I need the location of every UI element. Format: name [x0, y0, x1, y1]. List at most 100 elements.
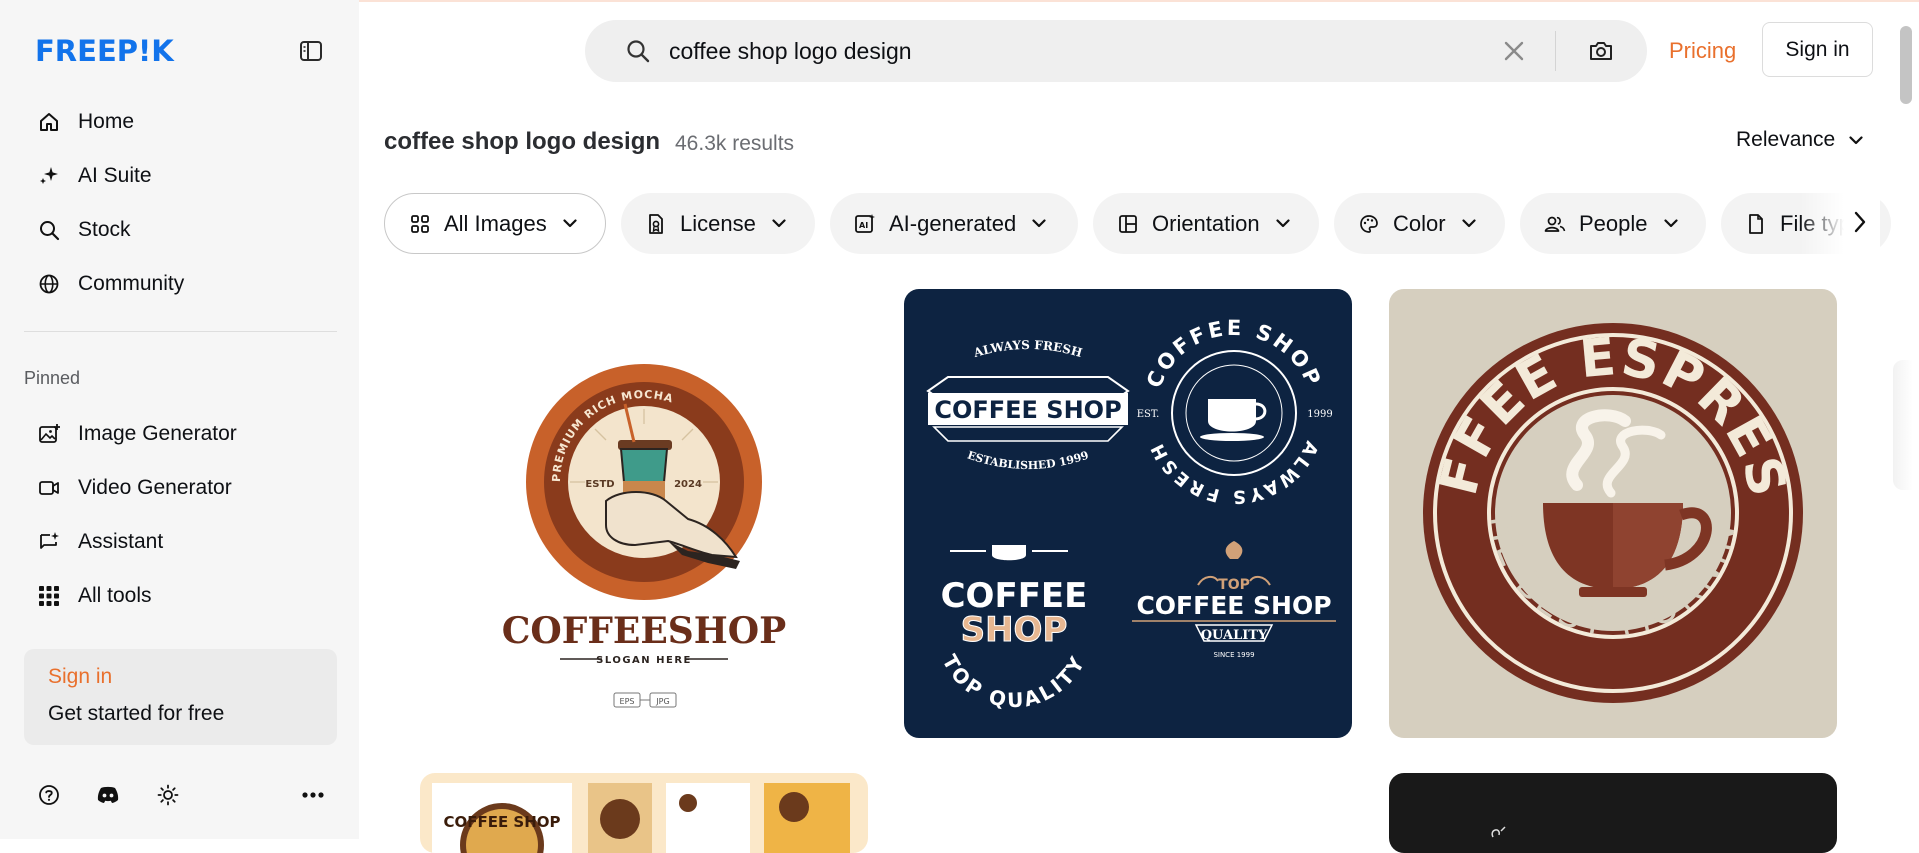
badge2-right: 1999: [1307, 409, 1332, 420]
chevron-down-icon: [1663, 219, 1678, 228]
search-bar: [585, 20, 1647, 82]
filter-label: All Images: [444, 210, 547, 236]
signin-subtitle: Get started for free: [48, 702, 225, 725]
chevron-right-icon[interactable]: [1853, 210, 1867, 234]
chevron-down-icon: [772, 219, 786, 228]
badge4-title: COFFEE SHOP: [1136, 591, 1331, 620]
est-right: 2024: [674, 479, 702, 490]
search-icon[interactable]: [625, 38, 651, 64]
freepik-logo[interactable]: FREEP!K: [35, 35, 201, 65]
sidebar-item-label: Community: [78, 272, 185, 295]
badge1-title: COFFEE SHOP: [934, 396, 1121, 424]
help-icon[interactable]: [36, 782, 62, 808]
svg-text:AI: AI: [859, 221, 868, 230]
svg-text:ESTABLISHED 1999: ESTABLISHED 1999: [966, 449, 1091, 473]
layout-icon: [1117, 213, 1139, 235]
svg-text:COFFEE SHOP: COFFEE SHOP: [1142, 316, 1326, 392]
ai-icon: AI: [854, 213, 876, 235]
filter-label: Color: [1393, 210, 1446, 236]
format-eps: EPS: [620, 697, 635, 706]
sidebar: FREEP!K Home AI Suite Stock Community Pi…: [0, 0, 359, 839]
filter-color[interactable]: Color: [1334, 193, 1505, 254]
pinned-heading: Pinned: [24, 368, 81, 388]
image-plus-icon: [36, 421, 62, 447]
sidebar-item-image-generator[interactable]: Image Generator: [24, 411, 337, 457]
filter-label: License: [680, 210, 756, 236]
sun-icon[interactable]: [155, 782, 181, 808]
search-separator: [1555, 31, 1556, 71]
chevron-down-icon: [1276, 219, 1290, 228]
scrollbar-thumb[interactable]: [1900, 26, 1912, 104]
sidebar-item-all-tools[interactable]: All tools: [24, 573, 337, 619]
badge2-left: EST.: [1137, 409, 1160, 420]
chevron-down-icon: [1461, 219, 1476, 228]
sidebar-item-assistant[interactable]: Assistant: [24, 519, 337, 565]
sidebar-panel-icon[interactable]: [299, 40, 323, 62]
search-input[interactable]: [669, 33, 1469, 69]
chevron-down-icon: [1032, 219, 1046, 228]
sidebar-item-label: Assistant: [78, 530, 164, 553]
result-card-3[interactable]: COFFEE ESPRESSO THE BEST MORNING: [1389, 289, 1837, 738]
license-icon: [645, 213, 667, 235]
scrollbar[interactable]: [1895, 20, 1915, 835]
sidebar-item-stock[interactable]: Stock: [24, 207, 337, 253]
svg-text:ALWAYS FRESH: ALWAYS FRESH: [1146, 438, 1322, 508]
sidebar-item-home[interactable]: Home: [24, 99, 337, 145]
filter-orientation[interactable]: Orientation: [1093, 193, 1319, 254]
sidebar-item-ai-suite[interactable]: AI Suite: [24, 153, 337, 199]
sparkle-icon: [36, 163, 62, 189]
result-card-2[interactable]: ALWAYS FRESH COFFEE SHOP ESTABLISHED 199…: [904, 289, 1352, 738]
filter-license[interactable]: License: [621, 193, 815, 254]
home-icon: [36, 109, 62, 135]
svg-text:ALWAYS FRESH: ALWAYS FRESH: [971, 338, 1084, 360]
filter-all-images[interactable]: All Images: [384, 193, 606, 254]
filter-people[interactable]: People: [1520, 193, 1706, 254]
clear-icon[interactable]: [1502, 39, 1526, 63]
format-jpg: JPG: [655, 697, 669, 706]
result-card-1[interactable]: PREMIUM RICH MOCHA ESTD 2024 COFFEESHOP …: [420, 289, 868, 738]
card1-slogan: SLOGAN HERE: [596, 655, 692, 666]
sidebar-item-label: Video Generator: [78, 476, 232, 499]
video-icon: [36, 475, 62, 501]
result-card-4[interactable]: COFFEE SHOP: [420, 773, 868, 853]
sidebar-item-video-generator[interactable]: Video Generator: [24, 465, 337, 511]
people-icon: [1544, 213, 1566, 235]
grid-icon: [409, 213, 431, 235]
badge4-quality: QUALITY: [1201, 628, 1268, 643]
sort-dropdown[interactable]: Relevance: [1736, 128, 1863, 152]
chevron-down-icon: [1835, 135, 1863, 145]
sidebar-divider: [24, 331, 337, 332]
more-icon[interactable]: [300, 782, 326, 808]
badge2-top: COFFEE SHOP: [1142, 316, 1323, 392]
grid-icon: [36, 583, 62, 609]
result-card-6[interactable]: [1389, 773, 1837, 853]
badge3-line2: SHOP: [961, 610, 1068, 650]
badge2-bottom: ALWAYS FRESH: [1146, 438, 1319, 508]
sidebar-item-label: Image Generator: [78, 422, 237, 445]
globe-icon: [36, 271, 62, 297]
sidebar-item-label: All tools: [78, 584, 152, 607]
logo-text: FREEP!K: [35, 35, 175, 65]
filter-label: AI-generated: [889, 210, 1017, 236]
filter-scroll-fade: [1800, 190, 1880, 258]
est-left: ESTD: [585, 479, 614, 490]
filter-ai-generated[interactable]: AI AI-generated: [830, 193, 1078, 254]
badge3-arc: TOP QUALITY: [937, 650, 1087, 712]
palette-icon: [1358, 213, 1380, 235]
pricing-link[interactable]: Pricing: [1669, 38, 1736, 64]
sidebar-item-label: Home: [78, 110, 135, 133]
svg-text:TOP QUALITY: TOP QUALITY: [937, 650, 1090, 712]
card1-title: COFFEESHOP: [502, 610, 786, 652]
badge4-since: SINCE 1999: [1213, 651, 1254, 659]
signin-card: Sign in Get started for free: [24, 649, 337, 745]
chat-sparkle-icon: [36, 529, 62, 555]
signin-link[interactable]: Sign in: [48, 665, 112, 689]
chevron-down-icon: [563, 219, 577, 228]
sidebar-item-label: Stock: [78, 218, 131, 241]
discord-icon[interactable]: [95, 782, 121, 808]
sort-label: Relevance: [1736, 128, 1836, 151]
signin-button[interactable]: Sign in: [1762, 22, 1873, 77]
results-count: 46.3k results: [675, 132, 795, 155]
camera-icon[interactable]: [1588, 38, 1614, 64]
sidebar-item-community[interactable]: Community: [24, 261, 337, 307]
